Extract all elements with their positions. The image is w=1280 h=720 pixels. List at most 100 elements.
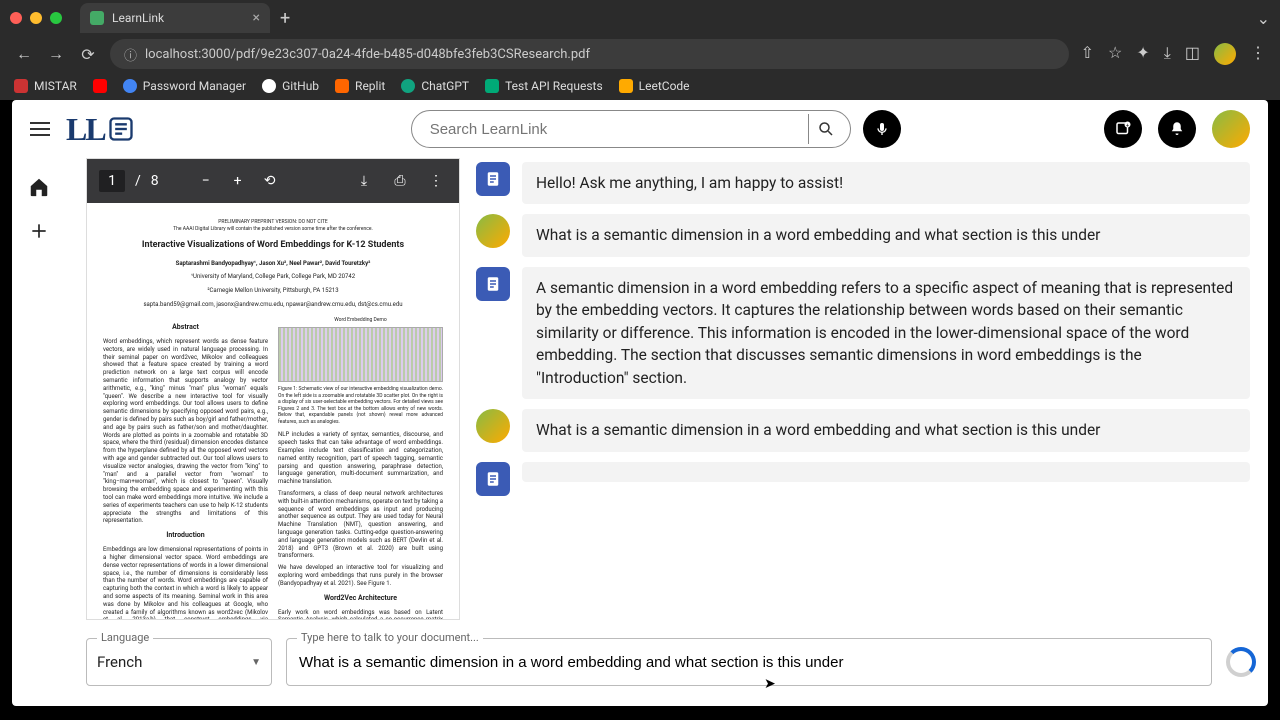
pdf-col-left: Abstract Word embeddings, which represen… — [103, 317, 268, 619]
bot-avatar-icon — [476, 267, 510, 301]
pdf-viewer: 1 / 8 − + ⟲ ⤓ ⎙ ⋮ PRELIMINARY PREPRINT V… — [86, 158, 460, 620]
close-window-icon[interactable] — [10, 12, 22, 24]
chat-message-user: What is a semantic dimension in a word e… — [476, 409, 1250, 451]
chat-message-user: What is a semantic dimension in a word e… — [476, 214, 1250, 256]
voice-button[interactable] — [863, 110, 901, 148]
home-button[interactable] — [28, 176, 50, 203]
pdf-page-input[interactable]: 1 — [99, 170, 125, 192]
search-button[interactable] — [808, 114, 844, 144]
window-controls — [10, 12, 62, 24]
language-value: French — [97, 653, 261, 671]
browser-chrome: LearnLink × + ⌄ ← → ⟳ ⓘ localhost:3000/p… — [0, 0, 1280, 100]
zoom-in-button[interactable]: + — [227, 173, 249, 189]
url-text: localhost:3000/pdf/9e23c307-0a24-4fde-b4… — [145, 47, 590, 62]
bookmark-replit[interactable]: Replit — [335, 79, 385, 93]
site-info-icon[interactable]: ⓘ — [124, 45, 137, 64]
add-button[interactable] — [29, 221, 49, 246]
input-row: Language French ▼ Type here to talk to y… — [86, 632, 1256, 692]
left-rail — [12, 158, 66, 246]
bell-icon — [1168, 120, 1186, 138]
bookmark-leetcode[interactable]: LeetCode — [619, 79, 690, 93]
chat-message-text: What is a semantic dimension in a word e… — [522, 214, 1250, 256]
chat-pane: Hello! Ask me anything, I am happy to as… — [470, 158, 1256, 620]
bookmark-mistar[interactable]: MISTAR — [14, 79, 77, 93]
pdf-affil1: ¹University of Maryland, College Park, C… — [103, 273, 443, 281]
home-icon — [28, 176, 50, 198]
pdf-menu-button[interactable]: ⋮ — [425, 173, 447, 189]
tab-title: LearnLink — [112, 11, 164, 25]
search-wrap — [411, 110, 901, 148]
print-button[interactable]: ⎙ — [389, 173, 411, 189]
language-label: Language — [97, 631, 153, 644]
language-select[interactable]: Language French ▼ — [86, 638, 272, 686]
chat-message-bot: Hello! Ask me anything, I am happy to as… — [476, 162, 1250, 204]
chat-message-bot-pending — [476, 462, 1250, 496]
plus-icon — [29, 221, 49, 241]
profile-avatar-icon[interactable] — [1214, 43, 1236, 65]
forward-button[interactable]: → — [46, 44, 66, 64]
pdf-emails: sapta.band59@gmail.com, jasonx@andrew.cm… — [103, 301, 443, 309]
back-button[interactable]: ← — [14, 44, 34, 64]
bookmark-test-api[interactable]: Test API Requests — [485, 79, 603, 93]
extensions-icon[interactable]: ✦ — [1136, 43, 1149, 65]
user-avatar-icon — [476, 214, 510, 248]
chat-message-text: A semantic dimension in a word embedding… — [522, 267, 1250, 399]
browser-menu-icon[interactable]: ⋮ — [1250, 43, 1266, 65]
user-avatar-icon — [476, 409, 510, 443]
rotate-button[interactable]: ⟲ — [259, 173, 281, 189]
downloads-icon[interactable]: ⤓ — [1164, 43, 1171, 65]
close-tab-icon[interactable]: × — [253, 10, 260, 26]
new-tab-button[interactable]: + — [280, 8, 290, 29]
download-button[interactable]: ⤓ — [353, 173, 375, 189]
browser-tab[interactable]: LearnLink × — [80, 3, 270, 33]
pdf-affil2: ²Carnegie Mellon University, Pittsburgh,… — [103, 287, 443, 295]
bookmark-youtube[interactable] — [93, 79, 107, 93]
zoom-out-button[interactable]: − — [195, 173, 217, 189]
header-actions: + — [1104, 110, 1250, 148]
logo-icon — [107, 115, 135, 143]
prompt-box[interactable]: Type here to talk to your document... — [286, 638, 1212, 686]
address-bar[interactable]: ⓘ localhost:3000/pdf/9e23c307-0a24-4fde-… — [110, 39, 1069, 69]
prompt-label: Type here to talk to your document... — [297, 631, 483, 644]
bookmark-github[interactable]: GitHub — [262, 79, 319, 93]
maximize-window-icon[interactable] — [50, 12, 62, 24]
reload-button[interactable]: ⟳ — [78, 45, 98, 64]
pdf-col-right: Word Embedding Demo Figure 1: Schematic … — [278, 317, 443, 619]
search-box[interactable] — [411, 110, 851, 148]
address-bar-row: ← → ⟳ ⓘ localhost:3000/pdf/9e23c307-0a24… — [0, 36, 1280, 72]
svg-text:+: + — [1126, 123, 1129, 129]
pdf-page-content[interactable]: PRELIMINARY PREPRINT VERSION: DO NOT CIT… — [87, 203, 459, 619]
pdf-preprint-sub: The AAAI Digital Library will contain th… — [103, 226, 443, 233]
chat-message-text: Hello! Ask me anything, I am happy to as… — [522, 162, 1250, 204]
sidepanel-icon[interactable]: ◫ — [1185, 43, 1200, 65]
minimize-window-icon[interactable] — [30, 12, 42, 24]
menu-button[interactable] — [30, 122, 50, 136]
chevron-down-icon: ▼ — [251, 657, 261, 668]
share-icon[interactable]: ⇧ — [1081, 43, 1094, 65]
pdf-page-total: 8 — [151, 173, 159, 189]
create-button[interactable]: + — [1104, 110, 1142, 148]
bot-avatar-icon — [476, 162, 510, 196]
bookmarks-bar: MISTAR Password Manager GitHub Replit Ch… — [0, 72, 1280, 100]
bookmark-password-manager[interactable]: Password Manager — [123, 79, 246, 93]
search-input[interactable] — [430, 121, 808, 138]
toolbar-actions: ⇧ ☆ ✦ ⤓ ◫ ⋮ — [1081, 43, 1266, 65]
bookmark-chatgpt[interactable]: ChatGPT — [401, 79, 469, 93]
pdf-toolbar: 1 / 8 − + ⟲ ⤓ ⎙ ⋮ — [87, 159, 459, 203]
bookmark-star-icon[interactable]: ☆ — [1108, 43, 1122, 65]
microphone-icon — [874, 121, 890, 137]
notifications-button[interactable] — [1158, 110, 1196, 148]
pdf-page-sep: / — [135, 173, 141, 189]
tabs-menu-icon[interactable]: ⌄ — [1257, 9, 1270, 28]
pdf-title: Interactive Visualizations of Word Embed… — [103, 240, 443, 252]
user-avatar[interactable] — [1212, 110, 1250, 148]
chat-message-text: What is a semantic dimension in a word e… — [522, 409, 1250, 451]
compose-icon: + — [1114, 120, 1132, 138]
loading-spinner-icon — [1226, 647, 1256, 677]
app-frame: LL + — [12, 100, 1268, 706]
tab-bar: LearnLink × + ⌄ — [0, 0, 1280, 36]
chat-message-text — [522, 462, 1250, 482]
prompt-input[interactable] — [299, 654, 1199, 671]
app-logo[interactable]: LL — [66, 111, 135, 148]
chat-message-bot: A semantic dimension in a word embedding… — [476, 267, 1250, 399]
